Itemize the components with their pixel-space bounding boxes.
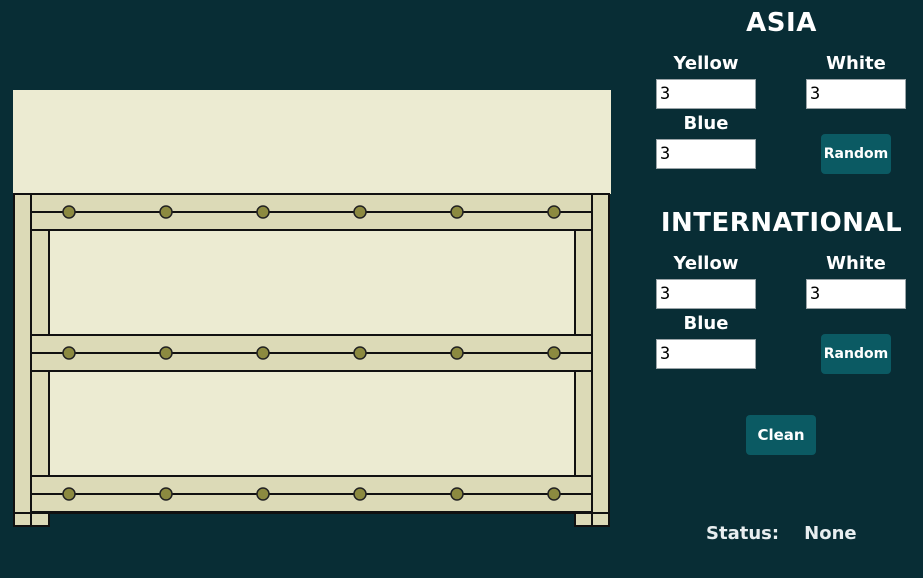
international-white-input[interactable]: [806, 279, 906, 309]
asia-yellow-label: Yellow: [673, 53, 739, 74]
rack-rail-top: [30, 334, 593, 354]
status-label: Status:: [706, 523, 780, 544]
status-line: Status: None: [706, 523, 906, 544]
rack-peg: [353, 346, 367, 360]
rack-peg: [256, 205, 270, 219]
rack-peg: [547, 487, 561, 501]
rack-rail-bottom: [30, 493, 593, 513]
rack-peg: [256, 346, 270, 360]
rack-peg: [450, 346, 464, 360]
asia-blue-input[interactable]: [656, 139, 756, 169]
asia-random-button[interactable]: Random: [821, 134, 891, 174]
rack-shelf-upper: [48, 229, 576, 337]
control-panel: ASIA Yellow White Blue Random INTERNATIO…: [640, 0, 923, 578]
rack-rail-top: [30, 193, 593, 213]
rack-rail-top: [30, 475, 593, 495]
rack-peg: [353, 205, 367, 219]
clean-button[interactable]: Clean: [746, 415, 816, 455]
rack-peg: [547, 205, 561, 219]
rack-peg: [159, 346, 173, 360]
rack-right-post: [591, 193, 610, 527]
international-yellow-label: Yellow: [673, 253, 739, 274]
rack-peg: [256, 487, 270, 501]
international-white-label: White: [826, 253, 886, 274]
asia-white-input[interactable]: [806, 79, 906, 109]
international-yellow-input[interactable]: [656, 279, 756, 309]
asia-title: ASIA: [746, 8, 817, 38]
rack-left-post: [13, 193, 32, 527]
rack-peg: [353, 487, 367, 501]
international-title: INTERNATIONAL: [660, 208, 903, 238]
asia-blue-label: Blue: [683, 113, 729, 134]
rack-peg: [62, 346, 76, 360]
rack-top-board: [13, 90, 611, 194]
rack-drawing: [13, 90, 611, 527]
rack-peg: [547, 346, 561, 360]
rack-rail-bottom: [30, 352, 593, 372]
international-blue-input[interactable]: [656, 339, 756, 369]
asia-yellow-input[interactable]: [656, 79, 756, 109]
international-random-button[interactable]: Random: [821, 334, 891, 374]
rack-peg: [450, 205, 464, 219]
rack-peg: [62, 487, 76, 501]
international-blue-label: Blue: [683, 313, 729, 334]
rack-peg: [450, 487, 464, 501]
rack-peg: [62, 205, 76, 219]
rack-rail-bottom: [30, 211, 593, 231]
rack-peg: [159, 205, 173, 219]
rack-area: [0, 0, 640, 578]
rack-shelf-lower: [48, 370, 576, 477]
rack-peg: [159, 487, 173, 501]
status-value: None: [804, 523, 857, 544]
asia-white-label: White: [826, 53, 886, 74]
